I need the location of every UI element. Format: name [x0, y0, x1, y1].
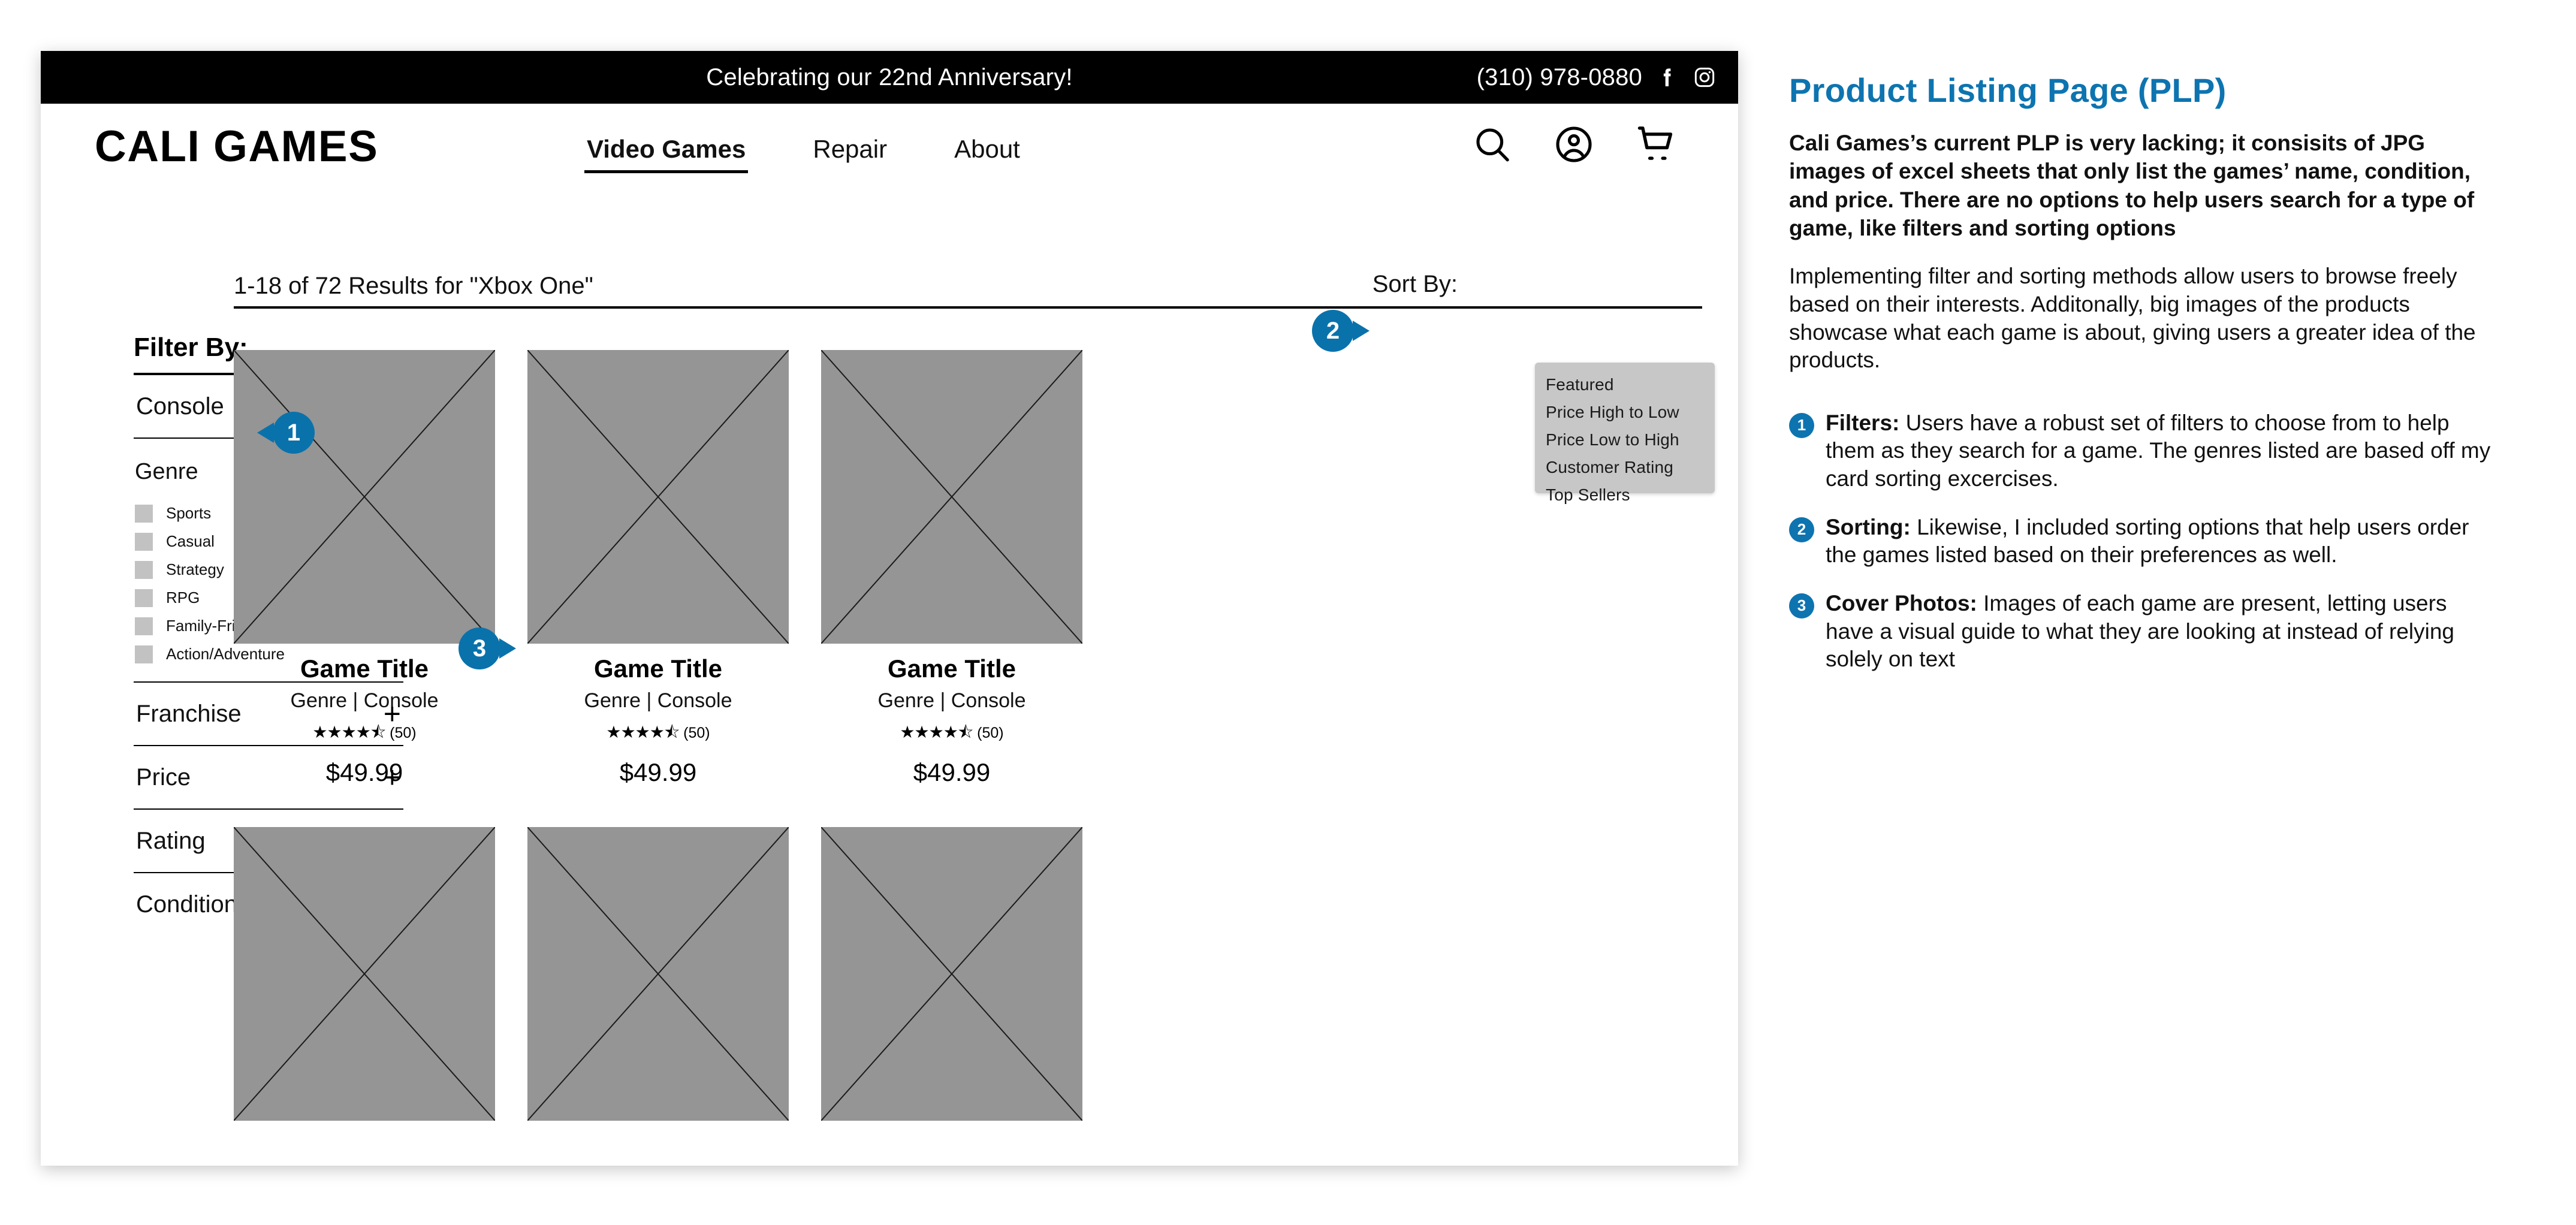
- announcement-text: Celebrating our 22nd Anniversary!: [706, 64, 1073, 90]
- product-price: $49.99: [619, 758, 697, 786]
- account-icon[interactable]: [1552, 123, 1595, 166]
- sort-by-label[interactable]: Sort By:: [1373, 271, 1458, 298]
- note-label: Filters:: [1826, 410, 1900, 435]
- product-image[interactable]: [234, 827, 495, 1121]
- product-image[interactable]: [527, 350, 789, 644]
- note-text: Filters: Users have a robust set of filt…: [1826, 409, 2496, 493]
- nav-icon-group: [1471, 122, 1679, 167]
- product-card[interactable]: Game Title Genre | Console ★★★★⯪ (50) $4…: [821, 350, 1082, 787]
- note-text: Cover Photos: Images of each game are pr…: [1826, 590, 2496, 674]
- instagram-icon[interactable]: [1693, 65, 1717, 89]
- annotation-note-list: 1 Filters: Users have a robust set of fi…: [1789, 409, 2496, 674]
- annotation-note: 1 Filters: Users have a robust set of fi…: [1789, 409, 2496, 493]
- review-count: (50): [977, 725, 1004, 741]
- callout-tail-icon: [499, 638, 516, 659]
- checkbox-icon[interactable]: [135, 560, 153, 579]
- note-detail: Likewise, I included sorting options tha…: [1826, 514, 2469, 568]
- facet-label-console: Console: [136, 393, 224, 420]
- genre-label: RPG: [166, 589, 200, 607]
- product-info: Game Title Genre | Console ★★★★⯪ (50) $4…: [821, 644, 1082, 787]
- product-title[interactable]: Game Title: [821, 654, 1082, 683]
- product-row: Game Title Genre | Console ★★★★⯪ (50) $4…: [234, 350, 1702, 787]
- facebook-icon[interactable]: [1655, 65, 1679, 89]
- annotation-panel: Product Listing Page (PLP) Cali Games’s …: [1789, 71, 2496, 694]
- genre-label: Strategy: [166, 560, 224, 578]
- note-number-badge: 1: [1789, 412, 1814, 438]
- callout-badge-3[interactable]: 3: [459, 627, 516, 669]
- nav-link-video-games[interactable]: Video Games: [553, 135, 779, 173]
- facet-label-rating: Rating: [136, 827, 206, 854]
- announcement-contact: (310) 978-0880: [1477, 51, 1717, 104]
- product-image[interactable]: [527, 827, 789, 1121]
- product-meta: Genre | Console: [584, 689, 732, 712]
- plp-wireframe-mockup: Celebrating our 22nd Anniversary! (310) …: [41, 51, 1738, 1166]
- callout-badge-1[interactable]: 1: [257, 412, 315, 454]
- panel-body-paragraph: Implementing filter and sorting methods …: [1789, 264, 2476, 373]
- product-meta: Genre | Console: [290, 689, 439, 712]
- note-number-badge: 2: [1789, 517, 1814, 542]
- product-info: Game Title Genre | Console ★★★★⯪ (50) $4…: [234, 644, 495, 787]
- callout-number: 3: [472, 635, 487, 662]
- checkbox-icon[interactable]: [135, 589, 153, 607]
- phone-number[interactable]: (310) 978-0880: [1477, 64, 1642, 91]
- facet-label-condition: Condition: [136, 891, 238, 918]
- facet-label-price: Price: [136, 764, 191, 790]
- panel-lead-paragraph: Cali Games’s current PLP is very lacking…: [1789, 131, 2475, 241]
- callout-number: 1: [286, 419, 301, 446]
- nav-links: Video Games Repair About: [553, 135, 1054, 173]
- note-number-badge: 3: [1789, 593, 1814, 618]
- callout-tail-icon: [257, 423, 274, 443]
- note-text: Sorting: Likewise, I included sorting op…: [1826, 514, 2496, 569]
- nav-link-about[interactable]: About: [921, 135, 1054, 164]
- product-info: Game Title Genre | Console ★★★★⯪ (50) $4…: [527, 644, 789, 787]
- stars-icon: ★★★★⯪: [312, 723, 386, 741]
- product-meta: Genre | Console: [877, 689, 1026, 712]
- results-count: 1-18 of 72 Results for "Xbox One": [234, 273, 593, 299]
- product-rating: ★★★★⯪ (50): [234, 720, 495, 749]
- genre-label: Casual: [166, 532, 215, 550]
- site-navbar: CALI GAMES Video Games Repair About: [41, 104, 1738, 185]
- callout-badge-2[interactable]: 2: [1312, 310, 1370, 352]
- screenshot-root: Celebrating our 22nd Anniversary! (310) …: [0, 0, 2576, 1225]
- review-count: (50): [683, 725, 710, 741]
- product-title[interactable]: Game Title: [234, 654, 495, 683]
- product-rating: ★★★★⯪ (50): [821, 720, 1082, 749]
- product-card[interactable]: Game Title Genre | Console ★★★★⯪ (50) $4…: [527, 350, 789, 787]
- facet-label-franchise: Franchise: [136, 700, 242, 727]
- checkbox-icon[interactable]: [135, 504, 153, 523]
- annotation-note: 3 Cover Photos: Images of each game are …: [1789, 590, 2496, 674]
- stars-icon: ★★★★⯪: [606, 723, 680, 741]
- panel-title: Product Listing Page (PLP): [1789, 71, 2227, 109]
- product-image[interactable]: [234, 350, 495, 644]
- nav-link-repair[interactable]: Repair: [779, 135, 921, 164]
- results-bar: 1-18 of 72 Results for "Xbox One" Sort B…: [234, 271, 1702, 309]
- search-icon[interactable]: [1471, 123, 1514, 166]
- note-label: Sorting:: [1826, 514, 1911, 539]
- callout-number: 2: [1326, 317, 1340, 344]
- product-image[interactable]: [821, 350, 1082, 644]
- cart-icon[interactable]: [1634, 122, 1679, 167]
- product-title[interactable]: Game Title: [527, 654, 789, 683]
- product-card[interactable]: Game Title Genre | Console ★★★★⯪ (50) $4…: [234, 350, 495, 787]
- annotation-note: 2 Sorting: Likewise, I included sorting …: [1789, 514, 2496, 569]
- note-detail: Users have a robust set of filters to ch…: [1826, 410, 2491, 491]
- genre-label: Sports: [166, 504, 212, 522]
- product-image[interactable]: [821, 827, 1082, 1121]
- announcement-bar: Celebrating our 22nd Anniversary! (310) …: [41, 51, 1738, 104]
- note-label: Cover Photos:: [1826, 590, 1977, 615]
- stars-icon: ★★★★⯪: [900, 723, 973, 741]
- product-rating: ★★★★⯪ (50): [527, 720, 789, 749]
- checkbox-icon[interactable]: [135, 645, 153, 663]
- product-grid: Game Title Genre | Console ★★★★⯪ (50) $4…: [234, 350, 1702, 1121]
- product-price: $49.99: [913, 758, 991, 786]
- results-divider: [234, 306, 1702, 309]
- checkbox-icon[interactable]: [135, 532, 153, 551]
- product-price: $49.99: [325, 758, 403, 786]
- review-count: (50): [390, 725, 417, 741]
- checkbox-icon[interactable]: [135, 617, 153, 635]
- site-logo[interactable]: CALI GAMES: [95, 122, 378, 171]
- callout-tail-icon: [1353, 321, 1370, 341]
- product-row: [234, 827, 1702, 1121]
